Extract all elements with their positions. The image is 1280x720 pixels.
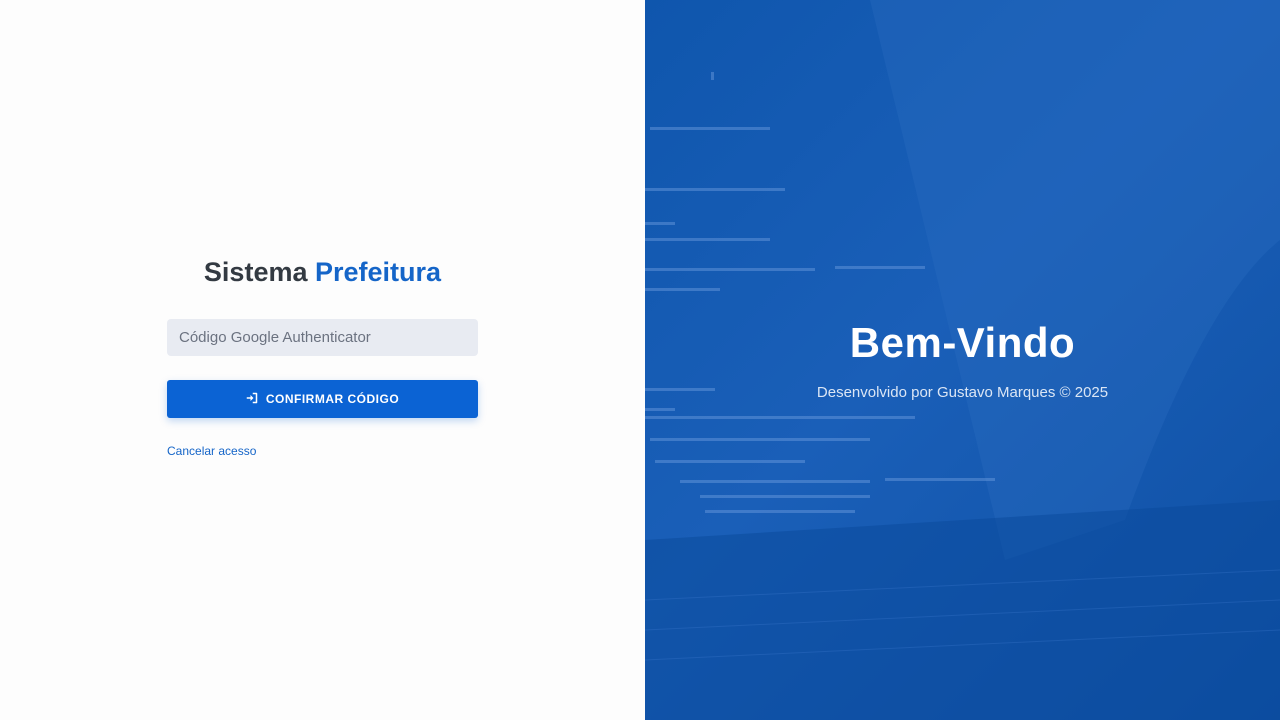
confirm-code-button[interactable]: CONFIRMAR CÓDIGO xyxy=(167,380,478,418)
welcome-panel: Bem-Vindo Desenvolvido por Gustavo Marqu… xyxy=(645,0,1280,720)
app-title-accent: Prefeitura xyxy=(315,257,442,287)
app-title: Sistema Prefeitura xyxy=(167,255,478,289)
app-title-primary: Sistema xyxy=(203,257,308,287)
sign-in-icon xyxy=(246,392,258,407)
cancel-access-link[interactable]: Cancelar acesso xyxy=(167,444,256,458)
developer-credit: Desenvolvido por Gustavo Marques © 2025 xyxy=(816,384,1109,401)
confirm-code-label: CONFIRMAR CÓDIGO xyxy=(265,392,400,406)
authenticator-code-input[interactable] xyxy=(167,319,478,356)
login-form: Sistema Prefeitura CONFIRMAR CÓDIGO Canc… xyxy=(167,255,478,459)
welcome-block: Bem-Vindo Desenvolvido por Gustavo Marqu… xyxy=(645,318,1280,401)
login-page: Sistema Prefeitura CONFIRMAR CÓDIGO Canc… xyxy=(0,0,1280,720)
login-panel: Sistema Prefeitura CONFIRMAR CÓDIGO Canc… xyxy=(0,0,645,720)
welcome-title: Bem-Vindo xyxy=(849,319,1076,366)
